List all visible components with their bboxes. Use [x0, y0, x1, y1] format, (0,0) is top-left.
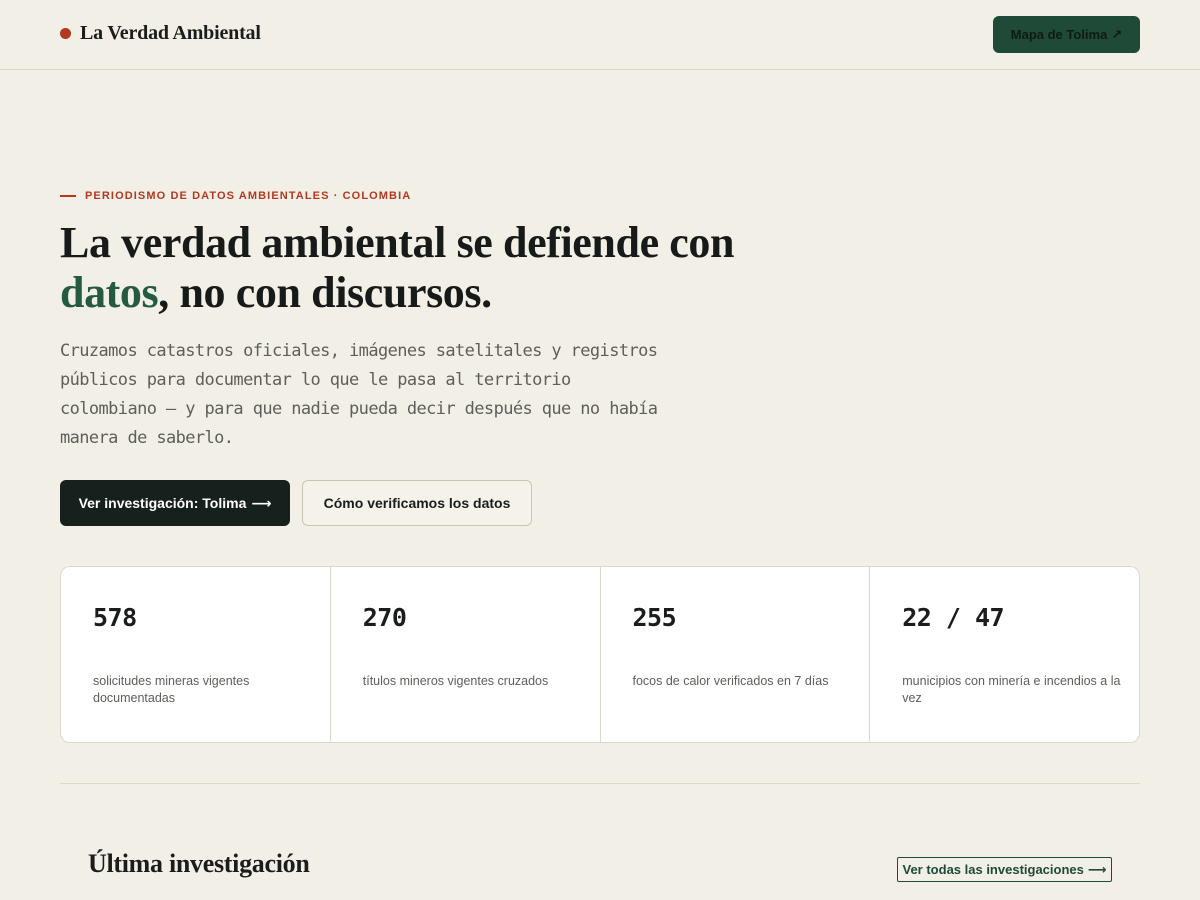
brand-dot-icon: [60, 28, 71, 39]
eyebrow-dash: [60, 195, 76, 197]
stat-label: títulos mineros vigentes cruzados: [362, 674, 549, 688]
map-button-label: Mapa de Tolima: [1010, 27, 1108, 42]
eyebrow-text: PERIODISMO DE DATOS AMBIENTALES · COLOMB…: [85, 190, 412, 202]
brand-logo[interactable]: La Verdad Ambiental: [60, 22, 261, 45]
hero-title-accent: datos: [60, 268, 159, 317]
hero-title-part1: La verdad ambiental se defiende con: [60, 218, 735, 267]
all-investigations-link[interactable]: Ver todas las investigaciones ⟶: [897, 857, 1112, 882]
stat-label: focos de calor verificados en 7 días: [632, 674, 829, 688]
arrow-right-icon: ⟶: [1087, 861, 1107, 877]
view-investigation-button[interactable]: Ver investigación: Tolima ⟶: [60, 480, 290, 526]
latest-investigation-title: Última investigación: [88, 849, 310, 878]
stat-card: 270 títulos mineros vigentes cruzados: [331, 567, 601, 742]
stat-value: 578: [93, 603, 137, 632]
stats-panel: 578 solicitudes mineras vigentes documen…: [60, 566, 1140, 743]
stat-value: 270: [362, 603, 407, 632]
hero-lead: Cruzamos catastros oficiales, imágenes s…: [60, 341, 658, 448]
section-divider: [60, 783, 1140, 784]
stat-label: solicitudes mineras vigentes documentada…: [93, 674, 250, 705]
stat-card: 22 / 47 municipios con minería e incendi…: [870, 567, 1139, 742]
view-investigation-label: Ver investigación: Tolima: [78, 495, 247, 511]
map-button[interactable]: Mapa de Tolima ↗: [993, 16, 1140, 53]
external-arrow-icon: ↗: [1111, 26, 1123, 42]
all-investigations-label: Ver todas las investigaciones: [902, 862, 1084, 877]
stat-card: 255 focos de calor verificados en 7 días: [601, 567, 871, 742]
how-we-verify-label: Cómo verificamos los datos: [323, 495, 511, 511]
stat-label: municipios con minería e incendios a la …: [902, 674, 1121, 705]
how-we-verify-button[interactable]: Cómo verificamos los datos: [302, 480, 532, 526]
hero-title: La verdad ambiental se defiende con dato…: [60, 218, 740, 318]
site-header: La Verdad Ambiental Mapa de Tolima ↗: [0, 0, 1200, 70]
arrow-right-icon: ⟶: [251, 494, 272, 511]
stat-value: 22 / 47: [902, 603, 1005, 632]
stat-value: 255: [632, 603, 677, 632]
hero-eyebrow: PERIODISMO DE DATOS AMBIENTALES · COLOMB…: [60, 190, 411, 202]
hero-title-part2: , no con discursos.: [158, 268, 492, 317]
stat-card: 578 solicitudes mineras vigentes documen…: [61, 567, 331, 742]
brand-name: La Verdad Ambiental: [80, 22, 261, 44]
